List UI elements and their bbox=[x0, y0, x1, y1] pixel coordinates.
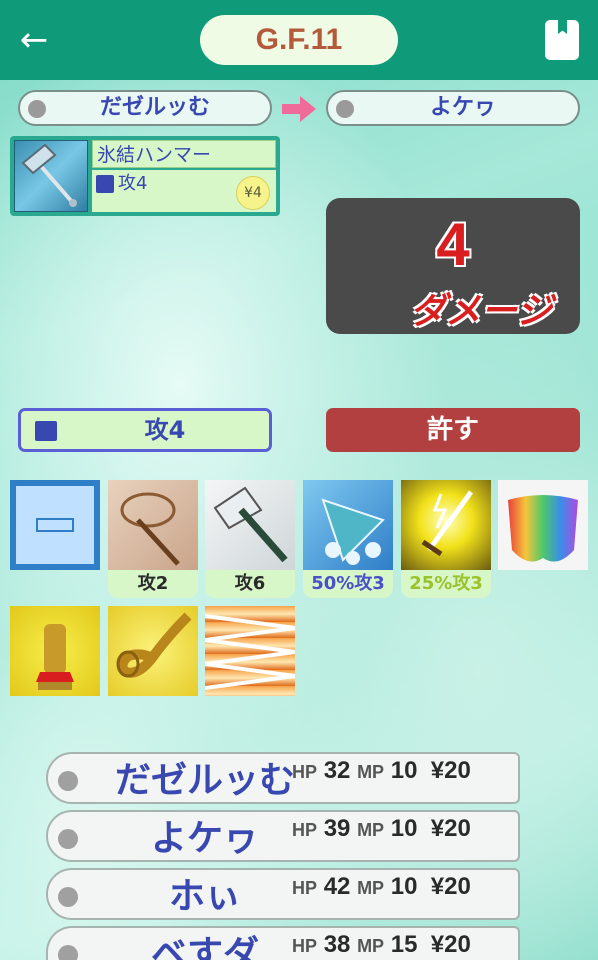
player-row[interactable]: だゼルッむ HP 32 MP 10 ¥20 bbox=[46, 752, 520, 804]
player-hp: 39 bbox=[323, 815, 351, 842]
lightning-sword-icon bbox=[421, 490, 474, 557]
back-arrow-icon[interactable]: ← bbox=[14, 20, 54, 60]
game-title: G.F.11 bbox=[200, 15, 398, 65]
damage-value: 4 bbox=[436, 211, 470, 278]
card-whip[interactable] bbox=[108, 480, 198, 570]
player-hp: 32 bbox=[323, 757, 351, 784]
attacker-pill: だゼルッむ bbox=[18, 90, 272, 126]
card-lightning-sword-label: 25%攻3 bbox=[401, 570, 491, 598]
player-row[interactable]: よケヮ HP 39 MP 10 ¥20 bbox=[46, 810, 520, 862]
player-hp: 42 bbox=[323, 873, 351, 900]
attacker-name: だゼルッむ bbox=[99, 95, 210, 120]
attacker-dot bbox=[28, 100, 46, 118]
player-money: 20 bbox=[444, 757, 471, 784]
golden-horn-icon bbox=[116, 612, 192, 678]
player-dot bbox=[58, 829, 78, 849]
player-stats: HP 38 MP 15 ¥20 bbox=[292, 931, 471, 958]
card-golden-statue[interactable] bbox=[10, 606, 100, 696]
player-money: 20 bbox=[444, 815, 471, 842]
rainbow-cloak-icon bbox=[508, 495, 578, 562]
player-dot bbox=[58, 945, 78, 960]
card-axe-label: 攻6 bbox=[205, 570, 295, 598]
zigzag-icon bbox=[204, 614, 296, 690]
player-dot bbox=[58, 887, 78, 907]
axe-icon bbox=[213, 486, 288, 563]
target-pill: よケヮ bbox=[326, 90, 580, 126]
card-rainbow-cloak[interactable] bbox=[498, 480, 588, 570]
item-effect: 攻4 bbox=[118, 173, 148, 194]
whip-icon bbox=[120, 492, 180, 566]
ice-fan-icon bbox=[321, 498, 385, 565]
card-ice-fan[interactable] bbox=[303, 480, 393, 570]
player-stats: HP 39 MP 10 ¥20 bbox=[292, 815, 471, 842]
card-fire-zigzag[interactable] bbox=[204, 606, 296, 696]
right-arrow-icon bbox=[282, 96, 316, 122]
item-price: ¥4 bbox=[236, 176, 270, 210]
player-stats: HP 42 MP 10 ¥20 bbox=[292, 873, 471, 900]
player-money: 20 bbox=[444, 873, 471, 900]
card-axe[interactable] bbox=[205, 480, 295, 570]
player-row[interactable]: ホぃ HP 42 MP 10 ¥20 bbox=[46, 868, 520, 920]
player-dot bbox=[58, 771, 78, 791]
forgive-button[interactable]: 許す bbox=[326, 408, 580, 452]
item-name-box: 氷結ハンマー bbox=[92, 140, 276, 168]
target-name: よケヮ bbox=[429, 95, 496, 120]
card-lightning-sword[interactable] bbox=[401, 480, 491, 570]
golden-statue-icon bbox=[36, 624, 74, 690]
card-whip-label: 攻2 bbox=[108, 570, 198, 598]
attack-label: 攻4 bbox=[144, 416, 186, 444]
item-name: 氷結ハンマー bbox=[97, 144, 212, 166]
bookmark-icon[interactable] bbox=[545, 20, 579, 60]
player-mp: 10 bbox=[390, 757, 418, 784]
player-mp: 10 bbox=[390, 815, 418, 842]
ice-hammer-icon bbox=[14, 140, 88, 212]
water-attribute-icon bbox=[35, 421, 57, 441]
player-hp: 38 bbox=[323, 931, 351, 958]
attack-button[interactable]: 攻4 bbox=[18, 408, 272, 452]
card-ice-fan-label: 50%攻3 bbox=[303, 570, 393, 598]
damage-label: ダメージ bbox=[410, 291, 553, 332]
card-golden-horn[interactable] bbox=[108, 606, 198, 696]
player-stats: HP 32 MP 10 ¥20 bbox=[292, 757, 471, 784]
player-row[interactable]: ベすダ HP 38 MP 15 ¥20 bbox=[46, 926, 520, 960]
water-attribute-icon bbox=[96, 175, 114, 193]
card-empty-slot[interactable] bbox=[10, 480, 100, 570]
player-money: 20 bbox=[444, 931, 471, 958]
player-mp: 10 bbox=[390, 873, 418, 900]
player-mp: 15 bbox=[390, 931, 418, 958]
target-dot bbox=[336, 100, 354, 118]
